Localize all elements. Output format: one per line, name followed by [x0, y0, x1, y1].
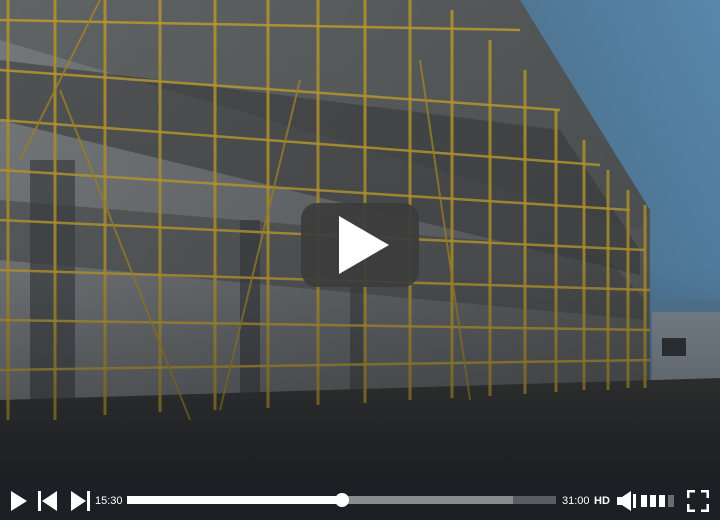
volume-bar[interactable]	[668, 495, 674, 507]
volume-bar[interactable]	[659, 495, 665, 507]
volume-bar[interactable]	[650, 495, 656, 507]
volume-icon[interactable]	[617, 491, 637, 511]
volume-slider[interactable]	[641, 494, 679, 508]
skip-forward-icon[interactable]	[70, 491, 90, 511]
progress-handle[interactable]	[334, 493, 349, 507]
progress-played	[127, 496, 342, 504]
play-icon	[339, 216, 389, 274]
skip-back-icon[interactable]	[38, 491, 58, 511]
volume-bar[interactable]	[641, 495, 647, 507]
play-icon[interactable]	[10, 491, 28, 511]
current-time: 15:30	[95, 495, 123, 507]
fullscreen-icon[interactable]	[687, 490, 709, 512]
video-player: 15:30 31:00 HD	[0, 0, 720, 520]
progress-bar[interactable]	[127, 493, 556, 507]
duration-time: 31:00	[562, 495, 590, 507]
quality-button[interactable]: HD	[594, 495, 610, 507]
big-play-button[interactable]	[301, 203, 419, 287]
